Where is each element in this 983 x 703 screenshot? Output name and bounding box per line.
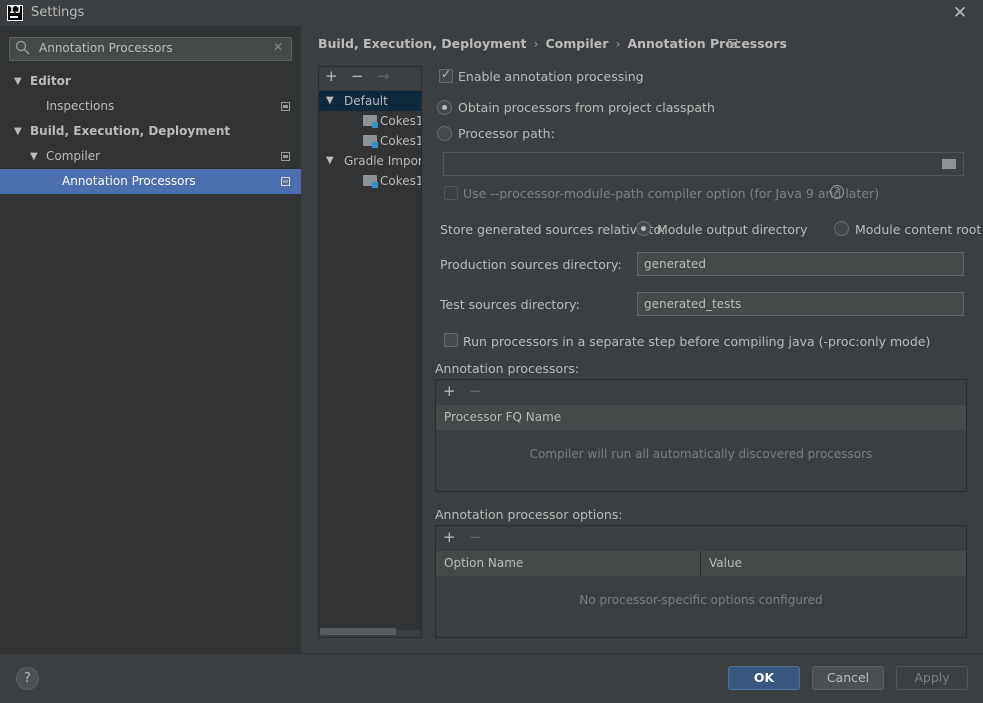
sidebar-item-label: Compiler	[46, 149, 101, 163]
processor-options-table	[435, 525, 967, 638]
empty-table-message: No processor-specific options configured	[579, 593, 823, 607]
module-item[interactable]: Cokes1.	[319, 131, 421, 151]
table-header: Processor FQ Name	[436, 405, 966, 430]
processor-path-label: Processor path:	[458, 126, 555, 141]
sidebar-item-compiler[interactable]: ▼ Compiler	[0, 144, 301, 169]
breadcrumb-item: Compiler	[545, 36, 609, 51]
sidebar-item-editor[interactable]: ▼ Editor	[0, 69, 301, 94]
module-path-option-label: Use --processor-module-path compiler opt…	[463, 186, 880, 201]
tree-item-label: Default	[344, 94, 388, 108]
obtain-from-classpath-radio[interactable]	[437, 100, 452, 115]
annotation-processors-table	[435, 379, 967, 492]
module-item[interactable]: Cokes1.	[319, 171, 421, 191]
apply-button[interactable]: Apply	[896, 666, 968, 690]
sidebar-item-build-execution-deployment[interactable]: ▼ Build, Execution, Deployment	[0, 119, 301, 144]
profile-default[interactable]: ▼ Default	[319, 91, 421, 111]
obtain-from-classpath-label: Obtain processors from project classpath	[458, 100, 715, 115]
project-settings-icon	[281, 177, 290, 186]
test-sources-field[interactable]: generated_tests	[637, 292, 964, 316]
production-sources-field[interactable]: generated	[637, 252, 964, 276]
annotation-processors-title: Annotation processors:	[435, 361, 580, 376]
processor-path-field[interactable]	[443, 152, 964, 176]
profile-gradle-imported[interactable]: ▼ Gradle Imported	[319, 151, 421, 171]
help-icon[interactable]: ?	[830, 185, 844, 199]
footer-divider	[0, 653, 983, 654]
add-option-button[interactable]: +	[443, 528, 456, 546]
breadcrumb-separator: ›	[615, 36, 621, 51]
empty-table-message: Compiler will run all automatically disc…	[529, 447, 873, 461]
ok-button[interactable]: OK	[728, 666, 800, 690]
tree-item-label: Cokes1	[380, 114, 421, 128]
sidebar-item-label: Editor	[30, 74, 71, 88]
folder-icon[interactable]	[941, 156, 959, 170]
cancel-button[interactable]: Cancel	[812, 666, 884, 690]
add-processor-button[interactable]: +	[443, 382, 456, 400]
sidebar-item-inspections[interactable]: Inspections	[0, 94, 301, 119]
column-value[interactable]: Value	[709, 551, 742, 576]
breadcrumb-item: Annotation Processors	[627, 36, 787, 51]
column-processor-fq-name[interactable]: Processor FQ Name	[444, 405, 561, 430]
tree-item-label: Cokes1.	[380, 174, 421, 188]
column-divider	[700, 551, 701, 576]
enable-annotation-processing-checkbox[interactable]	[439, 67, 453, 83]
remove-option-button[interactable]: −	[469, 528, 482, 546]
module-output-directory-label: Module output directory	[657, 222, 808, 237]
logo-text: IJ	[9, 5, 22, 16]
store-relative-label: Store generated sources relative to:	[440, 222, 666, 237]
separate-step-label: Run processors in a separate step before…	[463, 334, 931, 349]
project-settings-icon	[281, 152, 290, 161]
chevron-down-icon: ▼	[326, 95, 334, 106]
horizontal-scrollbar[interactable]	[320, 628, 396, 635]
chevron-down-icon: ▼	[14, 76, 22, 87]
production-sources-label: Production sources directory:	[440, 257, 622, 272]
search-value: Annotation Processors	[39, 41, 173, 55]
breadcrumb-item: Build, Execution, Deployment	[318, 36, 527, 51]
module-path-option-checkbox[interactable]	[444, 186, 458, 200]
tree-item-label: Cokes1.	[380, 134, 421, 148]
chevron-down-icon: ▼	[14, 126, 22, 137]
clear-search-icon[interactable]: ✕	[273, 40, 283, 54]
test-sources-label: Test sources directory:	[440, 297, 580, 312]
close-icon[interactable]: ✕	[948, 1, 972, 25]
module-folder-icon	[363, 115, 378, 128]
module-content-root-label: Module content root	[855, 222, 982, 237]
search-icon	[15, 40, 30, 55]
module-item[interactable]: Cokes1	[319, 111, 421, 131]
window-title: Settings	[31, 5, 85, 20]
breadcrumb: Build, Execution, Deployment › Compiler › An…	[318, 36, 787, 51]
project-settings-icon	[281, 102, 290, 111]
processor-path-radio[interactable]	[437, 126, 452, 141]
chevron-down-icon: ▼	[326, 155, 334, 166]
sidebar-item-annotation-processors[interactable]: Annotation Processors	[0, 169, 301, 194]
add-profile-button[interactable]: +	[325, 67, 338, 85]
separate-step-checkbox[interactable]	[444, 333, 458, 347]
intellij-logo-icon: IJ	[7, 5, 23, 21]
remove-processor-button[interactable]: −	[469, 382, 482, 400]
project-settings-icon	[728, 39, 737, 48]
enable-annotation-processing-label: Enable annotation processing	[458, 69, 644, 84]
sidebar-item-label: Build, Execution, Deployment	[30, 124, 231, 138]
chevron-down-icon: ▼	[30, 151, 38, 162]
column-option-name[interactable]: Option Name	[444, 551, 523, 576]
breadcrumb-separator: ›	[533, 36, 539, 51]
module-folder-icon	[363, 135, 378, 148]
processor-options-title: Annotation processor options:	[435, 507, 623, 522]
sidebar-item-label: Inspections	[46, 99, 115, 113]
title-bar	[0, 0, 983, 26]
table-header: Option Name Value	[436, 551, 966, 576]
sidebar-item-label: Annotation Processors	[62, 174, 196, 188]
remove-profile-button[interactable]: −	[351, 67, 364, 85]
move-module-button[interactable]: →	[377, 67, 390, 85]
module-content-root-radio[interactable]	[834, 221, 849, 236]
module-output-directory-radio[interactable]	[636, 221, 651, 236]
help-button[interactable]: ?	[16, 667, 39, 690]
module-folder-icon	[363, 175, 378, 188]
tree-item-label: Gradle Imported	[344, 154, 421, 168]
